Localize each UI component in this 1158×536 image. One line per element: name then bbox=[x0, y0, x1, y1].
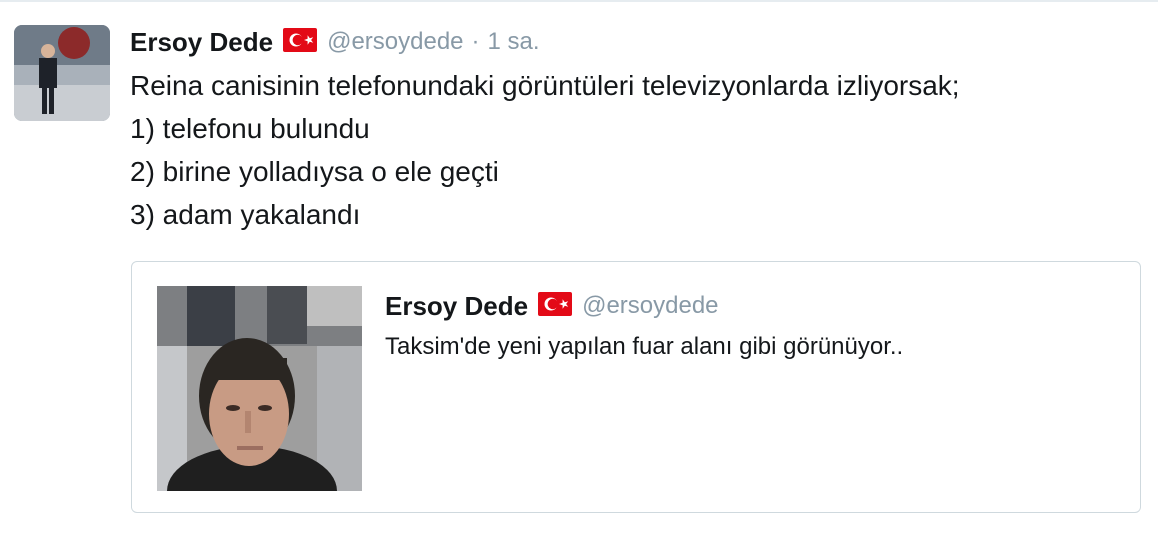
quoted-tweet-text: Taksim'de yeni yapılan fuar alanı gibi g… bbox=[385, 333, 904, 360]
tweet-header: Ersoy Dede @ersoydede · 1 sa. bbox=[130, 26, 540, 58]
quoted-author-name[interactable]: Ersoy Dede bbox=[385, 291, 528, 322]
avatar-image bbox=[14, 25, 110, 121]
tweet-text-line: Reina canisinin telefonundaki görüntüler… bbox=[130, 70, 960, 101]
top-divider bbox=[0, 0, 1158, 2]
tweet-text-line: 1) telefonu bulundu bbox=[130, 113, 370, 144]
quoted-tweet-card[interactable]: Ersoy Dede @ersoydede Taksim'de yeni yap… bbox=[131, 261, 1141, 513]
quoted-author-handle[interactable]: @ersoydede bbox=[582, 292, 718, 320]
quoted-tweet-image[interactable] bbox=[157, 286, 362, 491]
turkey-flag-icon bbox=[538, 291, 573, 321]
author-handle[interactable]: @ersoydede bbox=[327, 28, 463, 56]
tweet-text-line: 3) adam yakalandı bbox=[130, 199, 361, 230]
author-name[interactable]: Ersoy Dede bbox=[130, 27, 273, 58]
header-separator: · bbox=[471, 28, 480, 55]
turkey-flag-icon bbox=[283, 27, 318, 57]
quoted-tweet-header: Ersoy Dede @ersoydede bbox=[385, 290, 719, 322]
avatar[interactable] bbox=[14, 25, 110, 121]
tweet-text-line: 2) birine yolladıysa o ele geçti bbox=[130, 156, 499, 187]
tweet-text: Reina canisinin telefonundaki görüntüler… bbox=[130, 64, 1140, 236]
selfie-photo bbox=[157, 286, 362, 491]
tweet-timestamp[interactable]: 1 sa. bbox=[488, 28, 540, 56]
